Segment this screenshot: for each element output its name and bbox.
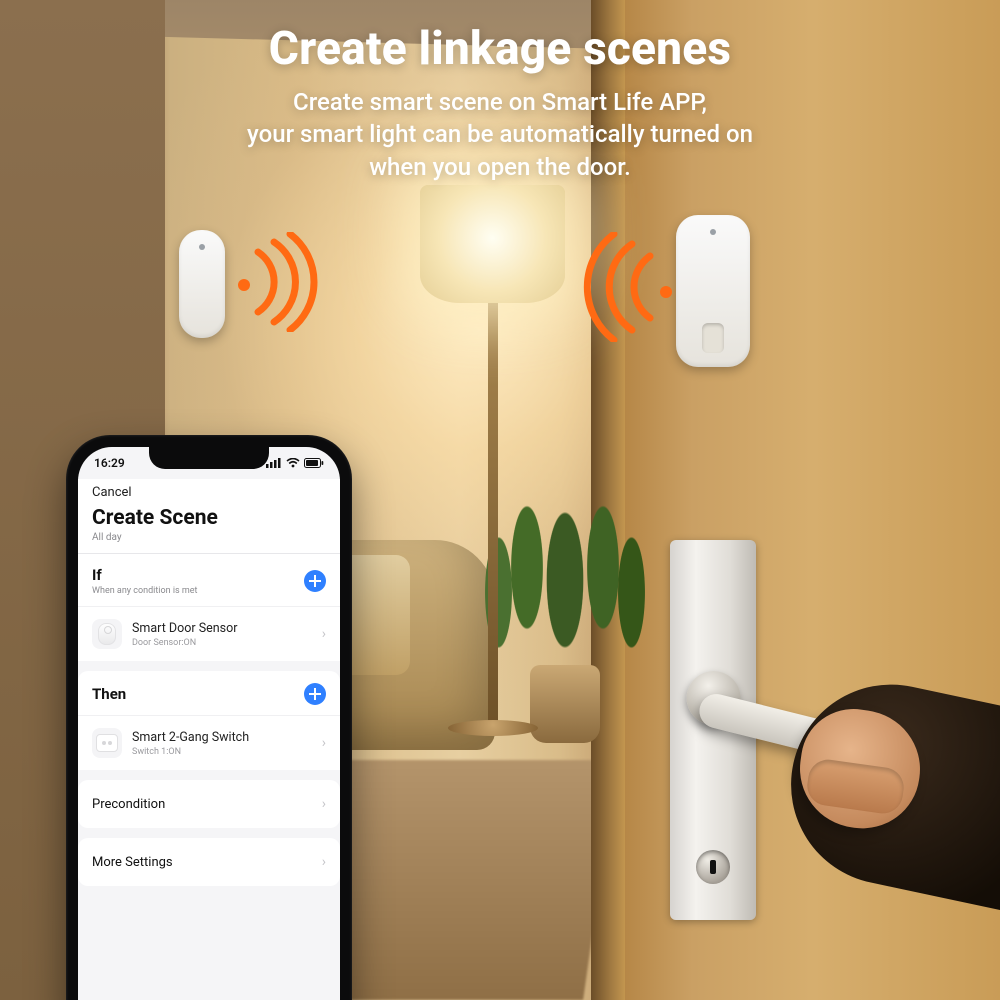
chevron-right-icon: › xyxy=(322,854,326,870)
phone-mock: 16:29 xyxy=(66,435,352,1000)
page-title-block: Create Scene All day xyxy=(78,504,340,554)
promo-scene: Create linkage scenes Create smart scene… xyxy=(0,0,1000,1000)
cancel-button[interactable]: Cancel xyxy=(92,485,132,500)
hand xyxy=(790,655,1000,895)
if-subheading: When any condition is met xyxy=(92,586,198,596)
signal-waves-icon xyxy=(572,232,662,342)
add-action-button[interactable] xyxy=(304,683,326,705)
action-title: Smart 2-Gang Switch xyxy=(132,730,312,745)
then-heading: Then xyxy=(92,685,126,703)
plant-pot xyxy=(530,665,600,743)
precondition-label: Precondition xyxy=(92,797,165,812)
lamp-shade xyxy=(420,185,565,303)
chevron-right-icon: › xyxy=(322,735,326,751)
signal-icon xyxy=(266,458,282,468)
condition-title: Smart Door Sensor xyxy=(132,621,312,636)
headline-line3: when you open the door. xyxy=(369,153,631,181)
phone-notch xyxy=(149,447,269,469)
nav-row: Cancel xyxy=(78,479,340,504)
keyhole-icon xyxy=(696,850,730,884)
switch-icon xyxy=(92,728,122,758)
precondition-row[interactable]: Precondition › xyxy=(78,780,340,828)
then-section-header: Then xyxy=(78,671,340,715)
wifi-icon xyxy=(286,458,300,468)
condition-row[interactable]: Smart Door Sensor Door Sensor:ON › xyxy=(78,606,340,661)
door-sensor-main xyxy=(676,215,750,367)
headline-line1: Create smart scene on Smart Life APP, xyxy=(293,88,707,116)
headline-title: Create linkage scenes xyxy=(0,22,1000,76)
signal-waves-icon xyxy=(246,232,326,332)
lamp-base xyxy=(448,720,538,736)
page-subtitle: All day xyxy=(92,532,326,543)
condition-subtitle: Door Sensor:ON xyxy=(132,638,312,648)
battery-icon xyxy=(304,458,324,468)
page-title: Create Scene xyxy=(92,506,326,530)
more-settings-row[interactable]: More Settings › xyxy=(78,838,340,886)
if-heading: If xyxy=(92,566,198,584)
headline-line2: your smart light can be automatically tu… xyxy=(247,120,753,148)
lamp-pole xyxy=(488,300,498,730)
more-settings-label: More Settings xyxy=(92,855,173,870)
chevron-right-icon: › xyxy=(322,796,326,812)
add-condition-button[interactable] xyxy=(304,570,326,592)
door-sensor-icon xyxy=(92,619,122,649)
if-section-header: If When any condition is met xyxy=(78,554,340,606)
status-time: 16:29 xyxy=(94,456,125,470)
plant xyxy=(470,430,660,680)
door-sensor-magnet xyxy=(179,230,225,338)
chevron-right-icon: › xyxy=(322,626,326,642)
action-row[interactable]: Smart 2-Gang Switch Switch 1:ON › xyxy=(78,715,340,770)
action-subtitle: Switch 1:ON xyxy=(132,747,312,757)
headline: Create linkage scenes Create smart scene… xyxy=(0,22,1000,183)
